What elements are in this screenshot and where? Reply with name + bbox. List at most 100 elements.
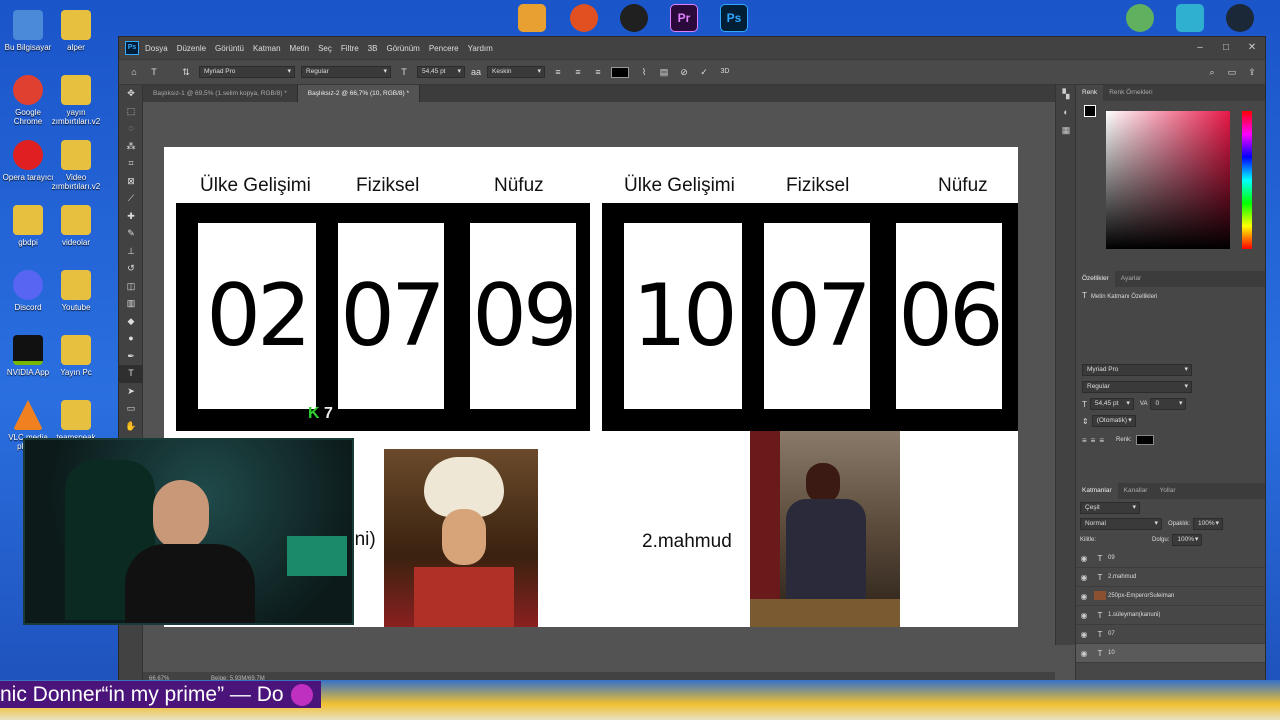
desktop-icon[interactable]: teamspeak [48, 400, 104, 442]
menu-yardim[interactable]: Yardım [468, 44, 493, 53]
history-icon[interactable]: ▚ [1056, 85, 1076, 103]
workspace-icon[interactable]: ▭ [1225, 65, 1239, 79]
home-icon[interactable]: ⌂ [127, 65, 141, 79]
tab-layers[interactable]: Katmanlar [1076, 483, 1118, 499]
menu-sec[interactable]: Seç [318, 44, 332, 53]
hand-tool-icon[interactable]: ✋ [119, 418, 143, 436]
adjust-icon[interactable]: ◐ [1056, 103, 1076, 121]
triangle-icon[interactable] [1176, 4, 1204, 32]
menu-katman[interactable]: Katman [253, 44, 281, 53]
tab-paths[interactable]: Yollar [1153, 483, 1181, 499]
layer-row[interactable]: ◉ T 1.süleyman(kanuni) [1076, 606, 1265, 625]
desktop-icon[interactable]: alper [48, 10, 104, 52]
libraries-icon[interactable]: ▦ [1056, 121, 1076, 139]
maximize-icon[interactable]: □ [1213, 37, 1239, 59]
prop-font-size[interactable]: 54,45 pt [1089, 398, 1134, 410]
obs-icon[interactable] [620, 4, 648, 32]
align-center-icon[interactable]: ≡ [571, 65, 585, 79]
visibility-eye-icon[interactable]: ◉ [1076, 630, 1092, 639]
gradient-tool-icon[interactable]: ▥ [119, 295, 143, 313]
vpn-icon[interactable] [1126, 4, 1154, 32]
font-size-select[interactable]: 54,45 pt [417, 66, 465, 78]
layer-row[interactable]: ◉ 250px-EmperorSuleiman [1076, 587, 1265, 606]
tab-document-1[interactable]: Başlıksız-1 @ 69,5% (1.selim kopya, RGB/… [143, 85, 298, 102]
prop-leading[interactable]: (Otomatik) [1091, 415, 1136, 427]
desktop-icon[interactable]: Yayın Pc [48, 335, 104, 377]
premiere-icon[interactable]: Pr [670, 4, 698, 32]
menu-dosya[interactable]: Dosya [145, 44, 168, 53]
menu-3b[interactable]: 3B [368, 44, 378, 53]
desktop-icon[interactable]: Youtube [48, 270, 104, 312]
text-color-swatch[interactable] [611, 66, 630, 78]
type-tool-icon[interactable]: T [147, 65, 161, 79]
foreground-color-swatch[interactable] [1084, 105, 1096, 117]
fill-input[interactable]: 100% [1172, 534, 1203, 546]
close-icon[interactable]: ✕ [1239, 37, 1265, 59]
desktop-icon[interactable]: yayın zımbırtıları.v2 [48, 75, 104, 126]
layer-row-selected[interactable]: ◉ T 10 [1076, 644, 1265, 663]
prop-font-style[interactable]: Regular [1082, 381, 1192, 393]
tab-document-2[interactable]: Başlıksız-2 @ 66,7% (10, RGB/8) * [297, 85, 421, 102]
menu-duzenle[interactable]: Düzenle [177, 44, 206, 53]
path-select-tool-icon[interactable]: ➤ [119, 383, 143, 401]
type-tool-icon[interactable]: T [119, 365, 143, 383]
move-tool-icon[interactable]: ✥ [119, 85, 143, 103]
menu-pencere[interactable]: Pencere [429, 44, 459, 53]
crop-tool-icon[interactable]: ⌗ [119, 155, 143, 173]
quick-select-tool-icon[interactable]: ⁂ [119, 138, 143, 156]
menu-filtre[interactable]: Filtre [341, 44, 359, 53]
eyedropper-tool-icon[interactable]: ⟋ [119, 190, 143, 208]
frame-tool-icon[interactable]: ⊠ [119, 173, 143, 191]
opacity-input[interactable]: 100% [1193, 518, 1224, 530]
steam-icon[interactable] [1226, 4, 1254, 32]
blend-mode-select[interactable]: Normal [1080, 518, 1162, 530]
desktop-icon[interactable]: videolar [48, 205, 104, 247]
lasso-tool-icon[interactable]: ◌ [119, 120, 143, 138]
menu-metin[interactable]: Metin [290, 44, 310, 53]
font-family-select[interactable]: Myriad Pro [199, 66, 295, 78]
prop-color-swatch[interactable] [1135, 435, 1154, 445]
prop-font-family[interactable]: Myriad Pro [1082, 364, 1192, 376]
blur-tool-icon[interactable]: ◆ [119, 313, 143, 331]
desktop-icon[interactable]: Video zımbırtıları.v2 [48, 140, 104, 191]
color-field[interactable] [1106, 111, 1230, 249]
menu-goruntu[interactable]: Görüntü [215, 44, 244, 53]
history-brush-tool-icon[interactable]: ↺ [119, 260, 143, 278]
align-right-icon[interactable]: ≡ [1099, 436, 1104, 445]
shape-tool-icon[interactable]: ▭ [119, 400, 143, 418]
font-style-select[interactable]: Regular [301, 66, 391, 78]
visibility-eye-icon[interactable]: ◉ [1076, 611, 1092, 620]
pen-tool-icon[interactable]: ✒ [119, 348, 143, 366]
align-right-icon[interactable]: ≡ [591, 65, 605, 79]
dodge-tool-icon[interactable]: ● [119, 330, 143, 348]
prop-tracking[interactable]: 0 [1150, 398, 1187, 410]
healing-tool-icon[interactable]: ✚ [119, 208, 143, 226]
pineapple-icon[interactable] [518, 4, 546, 32]
hue-slider[interactable] [1242, 111, 1252, 249]
tab-swatches[interactable]: Renk Örnekleri [1103, 85, 1158, 101]
visibility-eye-icon[interactable]: ◉ [1076, 554, 1092, 563]
warp-text-icon[interactable]: ⌇ [637, 65, 651, 79]
tab-properties[interactable]: Özellikler [1076, 271, 1115, 287]
layer-filter[interactable]: Çeşit [1080, 502, 1140, 514]
visibility-eye-icon[interactable]: ◉ [1076, 649, 1092, 658]
marquee-tool-icon[interactable]: ⬚ [119, 103, 143, 121]
layer-row[interactable]: ◉ T 09 [1076, 549, 1265, 568]
antialias-select[interactable]: Keskin [487, 66, 546, 78]
layer-row[interactable]: ◉ T 07 [1076, 625, 1265, 644]
eraser-tool-icon[interactable]: ◫ [119, 278, 143, 296]
stamp-tool-icon[interactable]: ⊥ [119, 243, 143, 261]
tab-channels[interactable]: Kanallar [1118, 483, 1154, 499]
search-icon[interactable]: ⌕ [1205, 65, 1219, 79]
minimize-icon[interactable]: – [1187, 37, 1213, 59]
brush-tool-icon[interactable]: ✎ [119, 225, 143, 243]
3d-icon[interactable]: 3D [717, 65, 733, 79]
photoshop-icon[interactable]: Ps [720, 4, 748, 32]
align-left-icon[interactable]: ≡ [1082, 436, 1087, 445]
menu-gorunum[interactable]: Görünüm [386, 44, 419, 53]
visibility-eye-icon[interactable]: ◉ [1076, 592, 1092, 601]
character-panel-icon[interactable]: ▤ [657, 65, 671, 79]
tab-color[interactable]: Renk [1076, 85, 1104, 101]
layer-row[interactable]: ◉ T 2.mahmud [1076, 568, 1265, 587]
text-orientation-icon[interactable]: ⇅ [179, 65, 193, 79]
